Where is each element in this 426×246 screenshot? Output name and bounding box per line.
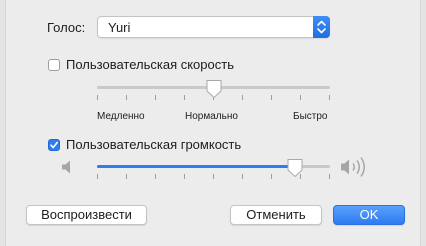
volume-tick (329, 174, 330, 179)
rate-tick (126, 95, 127, 100)
rate-checkbox[interactable] (48, 59, 60, 71)
volume-tick (184, 174, 185, 179)
window-right-edge (420, 0, 426, 246)
cancel-button[interactable]: Отменить (230, 205, 322, 225)
rate-tick (271, 95, 272, 100)
checkmark-icon (50, 141, 58, 149)
ok-button[interactable]: OK (333, 205, 405, 225)
rate-tick (300, 95, 301, 100)
voice-selected-value: Yuri (108, 20, 131, 35)
volume-checkbox[interactable] (48, 139, 60, 151)
volume-slider-fill (97, 165, 296, 168)
volume-tick (213, 174, 214, 179)
play-button[interactable]: Воспроизвести (26, 205, 147, 225)
rate-label-normal: Нормально (185, 111, 238, 122)
volume-tick (126, 174, 127, 179)
rate-label-slow: Медленно (97, 111, 145, 122)
voice-popup[interactable]: Yuri (97, 16, 330, 38)
volume-tick (242, 174, 243, 179)
rate-tick (155, 95, 156, 100)
rate-tick (97, 95, 98, 100)
speaker-low-icon (62, 160, 70, 174)
up-down-chevron-icon (313, 16, 330, 38)
window-left-edge (0, 0, 6, 246)
rate-tick (242, 95, 243, 100)
volume-tick (271, 174, 272, 179)
volume-tick (155, 174, 156, 179)
volume-tick (97, 174, 98, 179)
rate-slider-knob[interactable] (205, 79, 223, 99)
rate-tick (329, 95, 330, 100)
rate-tick (184, 95, 185, 100)
voice-label: Голос: (47, 20, 86, 35)
volume-checkbox-label: Пользовательская громкость (66, 137, 242, 152)
speaker-high-icon (341, 157, 365, 177)
volume-slider-knob[interactable] (286, 158, 304, 178)
rate-checkbox-label: Пользовательская скорость (66, 57, 234, 72)
rate-label-fast: Быстро (293, 111, 328, 122)
